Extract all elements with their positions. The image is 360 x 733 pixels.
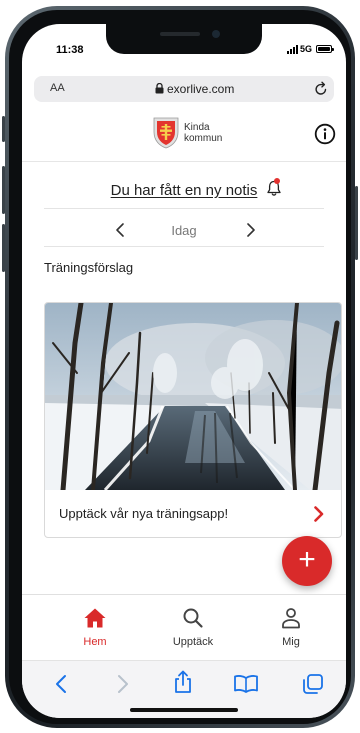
card-footer[interactable]: Upptäck vår nya träningsapp!	[45, 490, 341, 537]
text-size-button[interactable]: AA	[50, 82, 65, 94]
chevron-right-icon[interactable]	[313, 505, 325, 523]
lock-icon	[155, 83, 164, 94]
card-title: Upptäck vår nya träningsapp!	[59, 506, 229, 521]
date-navigator: Idag	[22, 216, 346, 246]
divider	[44, 208, 324, 209]
notification-row: Du har fått en ny notis	[22, 182, 346, 206]
tab-home[interactable]: Hem	[65, 607, 125, 648]
battery-icon	[316, 45, 334, 53]
home-icon	[84, 608, 106, 628]
divider	[44, 246, 324, 247]
tab-me[interactable]: Mig	[261, 607, 321, 648]
bookmarks-icon[interactable]	[233, 674, 259, 694]
tab-explore[interactable]: Upptäck	[163, 607, 223, 648]
kinda-kommun-logo[interactable]	[153, 117, 179, 149]
screen: 11:38 5G AA exorlive.com Kinda kommun Du…	[22, 24, 346, 718]
bottom-tab-bar: Hem Upptäck Mig	[22, 594, 346, 660]
front-camera	[212, 30, 220, 38]
volume-down-button	[2, 224, 5, 272]
volume-up-button	[2, 166, 5, 214]
status-bar: 11:38 5G	[22, 24, 346, 70]
phone-frame: 11:38 5G AA exorlive.com Kinda kommun Du…	[2, 6, 358, 728]
notification-link[interactable]: Du har fått en ny notis	[111, 182, 258, 199]
add-button[interactable]: +	[282, 536, 332, 586]
tab-label: Upptäck	[172, 636, 214, 648]
info-icon[interactable]	[314, 123, 336, 145]
site-header: Kinda kommun	[22, 110, 346, 162]
speaker	[160, 32, 200, 36]
forward-icon[interactable]	[116, 673, 130, 695]
notification-badge	[274, 178, 280, 184]
network-type: 5G	[300, 44, 313, 54]
tab-label: Mig	[282, 636, 300, 648]
url-text: exorlive.com	[167, 82, 235, 96]
section-title: Träningsförslag	[44, 260, 134, 275]
person-icon	[282, 608, 300, 629]
winter-river-image	[45, 303, 341, 490]
home-indicator	[130, 708, 238, 712]
phone-bezel: 11:38 5G AA exorlive.com Kinda kommun Du…	[9, 10, 351, 724]
tabs-icon[interactable]	[302, 673, 324, 695]
brand-name: Kinda kommun	[184, 122, 222, 144]
search-icon	[183, 608, 203, 628]
share-icon[interactable]	[173, 670, 193, 694]
notch	[106, 24, 262, 54]
signal-icon	[287, 45, 298, 54]
address-bar[interactable]: AA exorlive.com	[34, 76, 334, 102]
brand-line-1: Kinda	[184, 122, 210, 133]
reload-icon[interactable]	[314, 81, 328, 96]
date-label: Idag	[171, 223, 197, 238]
next-day-button[interactable]	[246, 222, 256, 238]
brand-line-2: kommun	[184, 133, 223, 144]
suggestion-card[interactable]: Upptäck vår nya träningsapp!	[44, 302, 342, 538]
back-icon[interactable]	[54, 673, 68, 695]
power-button	[355, 186, 358, 260]
tab-label: Hem	[83, 636, 107, 648]
mute-switch	[2, 116, 5, 142]
status-time: 11:38	[56, 44, 84, 56]
